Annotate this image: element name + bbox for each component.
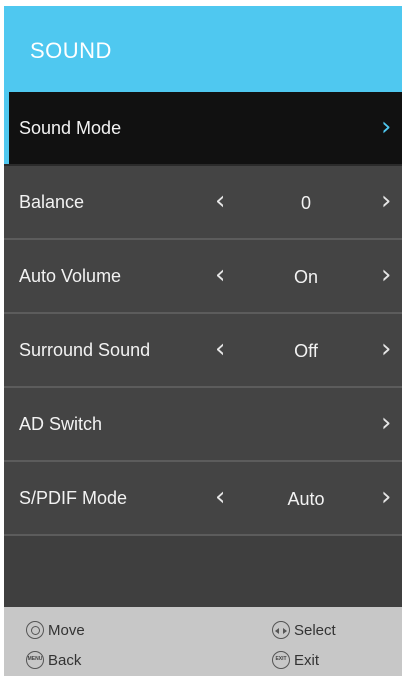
menu-header: SOUND	[4, 6, 402, 92]
chevron-left-icon[interactable]: ‹	[215, 262, 225, 288]
hint-move: Move	[26, 621, 85, 639]
exit-key-icon: EXIT	[272, 651, 290, 669]
hint-back: MENU Back	[26, 651, 81, 669]
menu-item-value: On	[293, 267, 318, 287]
chevron-right-icon[interactable]: ›	[381, 484, 391, 510]
key-hint-footer: Move Select MENU Back EXIT Exit	[4, 607, 402, 676]
hint-select: Select	[272, 621, 336, 639]
menu-item-balance[interactable]: Balance ‹ 0 ›	[4, 166, 402, 240]
menu-item-label: Sound Mode	[19, 118, 122, 138]
chevron-left-icon[interactable]: ‹	[215, 188, 225, 214]
menu-item-label: S/PDIF Mode	[19, 488, 128, 508]
chevron-right-icon[interactable]: ›	[381, 410, 391, 436]
hint-select-label: Select	[294, 621, 336, 639]
menu-key-icon: MENU	[26, 651, 44, 669]
menu-item-value: 0	[300, 193, 311, 213]
chevron-left-icon[interactable]: ‹	[215, 484, 225, 510]
hint-back-label: Back	[48, 651, 82, 669]
chevron-right-icon[interactable]: ›	[381, 262, 391, 288]
chevron-right-icon[interactable]: ›	[381, 114, 391, 140]
menu-item-auto-volume[interactable]: Auto Volume ‹ On ›	[4, 240, 402, 314]
menu-item-sound-mode[interactable]: Sound Mode ›	[4, 92, 402, 166]
chevron-right-icon[interactable]: ›	[381, 336, 391, 362]
navigation-pad-icon	[26, 621, 44, 639]
chevron-left-icon[interactable]: ‹	[215, 336, 225, 362]
menu-item-surround-sound[interactable]: Surround Sound ‹ Off ›	[4, 314, 402, 388]
menu-item-ad-switch[interactable]: AD Switch ›	[4, 388, 402, 462]
menu-item-label: Auto Volume	[19, 266, 122, 286]
hint-exit-label: Exit	[294, 651, 320, 669]
hint-exit: EXIT Exit	[272, 651, 319, 669]
sound-menu-panel: SOUND Sound Mode › Balance ‹ 0 › Auto Vo…	[4, 6, 402, 676]
page-title: SOUND	[30, 38, 112, 63]
menu-item-label: AD Switch	[19, 414, 103, 434]
menu-item-value: Auto	[287, 489, 325, 509]
menu-item-value: Off	[294, 341, 318, 361]
menu-item-label: Surround Sound	[19, 340, 151, 360]
sound-menu-list: Sound Mode › Balance ‹ 0 › Auto Volume ‹…	[4, 92, 402, 536]
menu-item-spdif-mode[interactable]: S/PDIF Mode ‹ Auto ›	[4, 462, 402, 536]
chevron-right-icon[interactable]: ›	[381, 188, 391, 214]
hint-move-label: Move	[48, 621, 85, 639]
left-right-keys-icon	[272, 621, 290, 639]
menu-item-label: Balance	[19, 192, 85, 212]
